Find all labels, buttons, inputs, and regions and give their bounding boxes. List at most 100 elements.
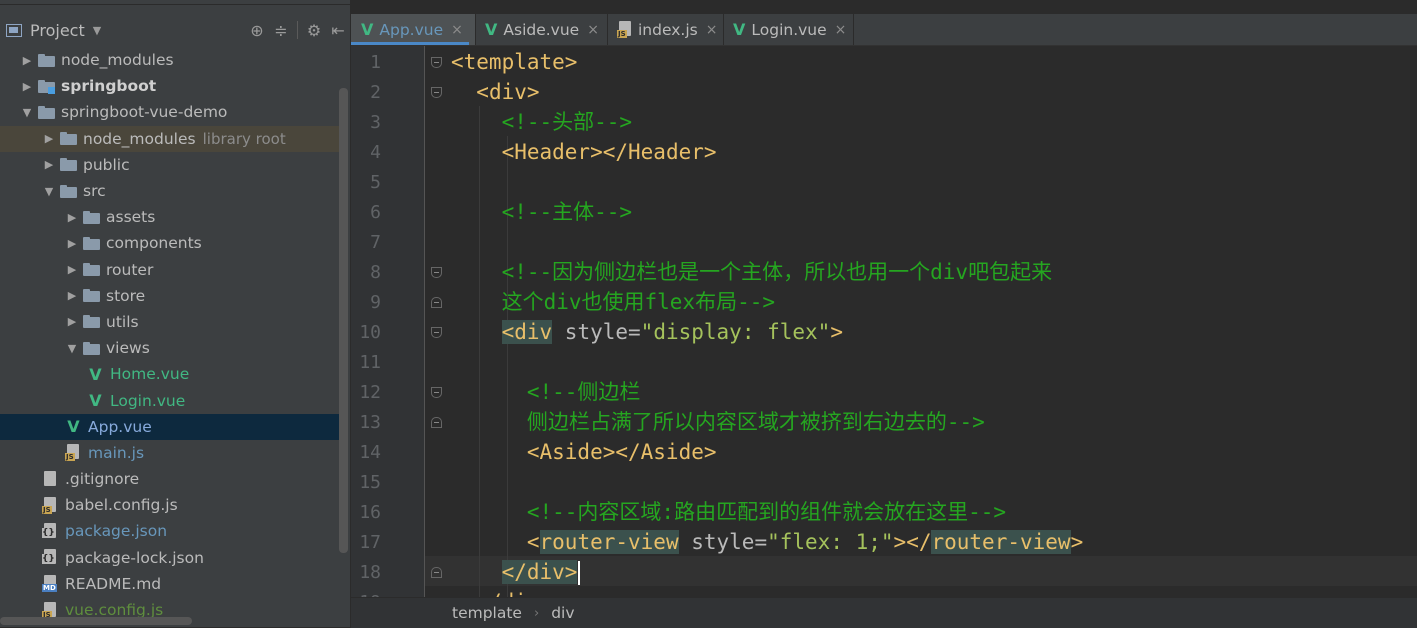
fold-marker-icon[interactable]	[431, 417, 442, 428]
fold-marker-icon[interactable]	[431, 327, 442, 338]
code-token: router-view	[931, 530, 1071, 554]
collapsed-arrow-icon[interactable]: ▶	[20, 54, 34, 67]
tree-item[interactable]: ▶ utils	[0, 309, 340, 335]
tree-item[interactable]: ▶ node_modules	[0, 47, 340, 73]
project-panel-title[interactable]: Project	[30, 21, 85, 40]
fold-marker-icon[interactable]	[431, 57, 442, 68]
project-panel: Project ▼ ⊕ ≑ ⚙ ⇤ ▶ node_modules ▶ springbo…	[0, 0, 350, 627]
collapsed-arrow-icon[interactable]: ▶	[65, 263, 79, 276]
code-token: <Header></Header>	[501, 140, 717, 164]
chevron-down-icon[interactable]: ▼	[93, 24, 101, 37]
tree-item[interactable]: ▶ components	[0, 230, 340, 256]
tree-item[interactable]: JS babel.config.js	[0, 492, 340, 518]
fold-marker-icon[interactable]	[431, 87, 442, 98]
tree-item[interactable]: ▶ public	[0, 152, 340, 178]
gear-icon[interactable]: ⚙	[302, 21, 326, 40]
tree-item-label: README.md	[65, 574, 162, 593]
code-line: <div style="display: flex">	[451, 317, 843, 347]
tree-item[interactable]: V Login.vue	[0, 387, 340, 413]
tree-item[interactable]: ▶ springboot	[0, 73, 340, 99]
tree-item-label: router	[106, 260, 154, 279]
breadcrumb-item-template[interactable]: template	[452, 604, 522, 622]
folder-icon	[60, 158, 77, 172]
tree-item[interactable]: {} package.json	[0, 518, 340, 544]
tree-scrollbar[interactable]	[339, 88, 348, 553]
collapsed-arrow-icon[interactable]: ▶	[65, 315, 79, 328]
close-icon[interactable]: ×	[587, 22, 599, 38]
tree-horizontal-scrollbar[interactable]	[0, 617, 192, 625]
code-line: 侧边栏占满了所以内容区域才被挤到右边去的-->	[451, 407, 985, 437]
code-token: <template>	[451, 50, 578, 74]
tree-item[interactable]: ▼ springboot-vue-demo	[0, 99, 340, 125]
collapse-icon[interactable]: ≑	[269, 21, 293, 40]
line-number: 11	[359, 352, 381, 373]
tree-item[interactable]: ▶ store	[0, 283, 340, 309]
code-token: 这个div也使用flex布局-->	[501, 290, 776, 314]
line-number: 10	[359, 322, 381, 343]
code-line: <!--因为侧边栏也是一个主体，所以也用一个div吧包起来	[451, 257, 1053, 287]
project-panel-header[interactable]: Project ▼ ⊕ ≑ ⚙ ⇤	[0, 14, 350, 46]
tree-item-label: springboot	[61, 77, 157, 96]
editor-tab-label: index.js	[638, 20, 698, 39]
line-number: 14	[359, 442, 381, 463]
target-icon[interactable]: ⊕	[245, 21, 269, 40]
tree-item-label: babel.config.js	[65, 496, 178, 515]
collapsed-arrow-icon[interactable]: ▶	[65, 237, 79, 250]
editor-tab[interactable]: V Login.vue ×	[723, 14, 854, 45]
vue-file-icon: V	[89, 364, 102, 384]
code-token: >	[830, 320, 843, 344]
code-token: <div>	[476, 80, 540, 104]
tree-item[interactable]: ▶ node_modules library root	[0, 125, 340, 152]
code-token: <!--内容区域:路由匹配到的组件就会放在这里-->	[526, 500, 1007, 524]
code-token: >	[1070, 530, 1084, 554]
editor-tab[interactable]: V App.vue ×	[351, 14, 476, 45]
tree-item[interactable]: {} package-lock.json	[0, 545, 340, 571]
close-icon[interactable]: ×	[451, 22, 463, 38]
line-number: 17	[359, 532, 381, 553]
editor-tab-label: Aside.vue	[503, 20, 580, 39]
breadcrumb-item-div[interactable]: div	[551, 604, 574, 622]
collapsed-arrow-icon[interactable]: ▶	[42, 158, 56, 171]
line-number: 8	[370, 262, 381, 283]
line-number: 3	[370, 112, 381, 133]
panel-toolbar: ⊕ ≑ ⚙ ⇤	[245, 14, 350, 46]
fold-marker-icon[interactable]	[431, 567, 442, 578]
tree-item[interactable]: V App.vue	[0, 413, 340, 440]
fold-marker-icon[interactable]	[431, 387, 442, 398]
tree-item[interactable]: V Home.vue	[0, 361, 340, 387]
code-line: <!--侧边栏	[451, 377, 641, 407]
tree-item[interactable]: JS main.js	[0, 440, 340, 466]
expanded-arrow-icon[interactable]: ▼	[65, 342, 79, 355]
code-editor[interactable]: 12345678910111213141516171819<template> …	[351, 46, 1417, 597]
code-line: <div>	[451, 77, 540, 107]
hide-icon[interactable]: ⇤	[326, 21, 350, 40]
library-root-tag: library root	[202, 129, 286, 148]
json-file-icon: {}	[42, 522, 59, 540]
tree-item[interactable]: .gitignore	[0, 466, 340, 492]
collapsed-arrow-icon[interactable]: ▶	[65, 211, 79, 224]
code-line: <Aside></Aside>	[451, 437, 717, 467]
collapsed-arrow-icon[interactable]: ▶	[65, 289, 79, 302]
close-icon[interactable]: ×	[706, 22, 718, 38]
tree-item[interactable]: ▼ views	[0, 335, 340, 361]
collapsed-arrow-icon[interactable]: ▶	[42, 132, 56, 145]
tree-item[interactable]: ▶ assets	[0, 204, 340, 230]
editor-tab[interactable]: V Aside.vue ×	[475, 14, 608, 45]
editor-tab[interactable]: JS index.js ×	[607, 14, 724, 45]
fold-marker-icon[interactable]	[431, 297, 442, 308]
expanded-arrow-icon[interactable]: ▼	[20, 106, 34, 119]
tree-item[interactable]: ▼ src	[0, 178, 340, 204]
code-token: <!--头部-->	[501, 110, 633, 134]
code-token: <Aside></Aside>	[526, 440, 717, 464]
json-file-icon: {}	[42, 549, 59, 566]
tree-item-label: utils	[106, 312, 139, 331]
close-icon[interactable]: ×	[835, 22, 847, 38]
tree-item[interactable]: MD README.md	[0, 571, 340, 597]
collapsed-arrow-icon[interactable]: ▶	[20, 80, 34, 93]
fold-marker-icon[interactable]	[431, 267, 442, 278]
tree-item[interactable]: ▶ router	[0, 257, 340, 283]
expanded-arrow-icon[interactable]: ▼	[42, 185, 56, 198]
